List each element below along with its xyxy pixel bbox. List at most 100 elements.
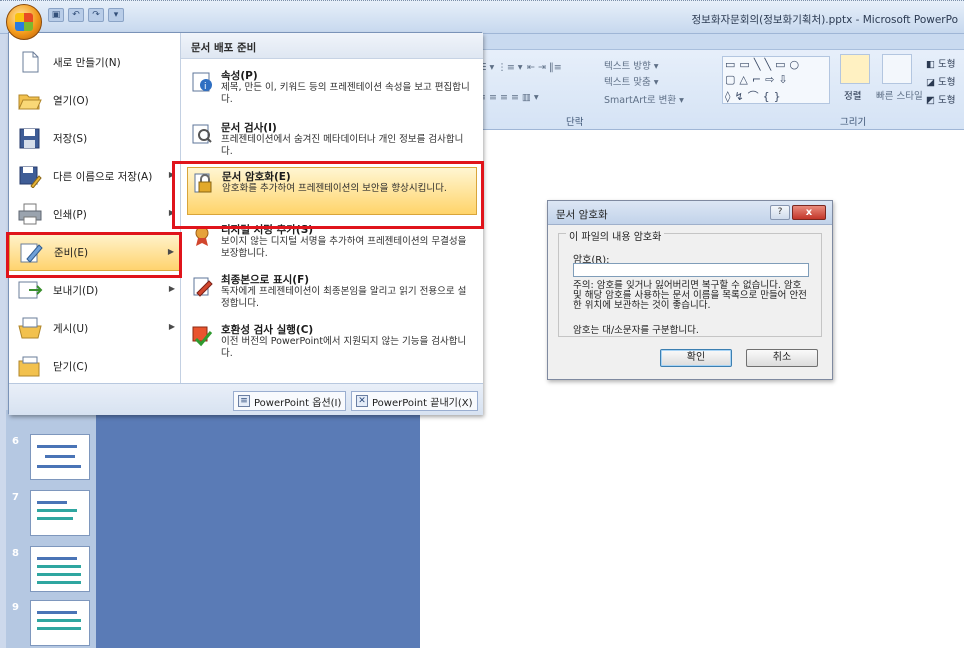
submenu-item-title: 문서 암호화(E) bbox=[222, 171, 291, 183]
slide-thumbnail[interactable]: 7 bbox=[6, 490, 96, 540]
new-document-icon bbox=[17, 50, 43, 74]
align-buttons[interactable]: ≡ ≡ ≡ ≡ ▥ ▾ bbox=[478, 92, 539, 103]
submenu-item-title: 최종본으로 표시(F) bbox=[221, 274, 310, 286]
exit-powerpoint-button[interactable]: ✕ PowerPoint 끝내기(X) bbox=[351, 391, 478, 411]
quick-access-toolbar: ▣ ↶ ↷ ▾ bbox=[48, 8, 124, 22]
cancel-button[interactable]: 취소 bbox=[746, 349, 818, 367]
save-as-icon bbox=[17, 164, 43, 189]
password-input[interactable] bbox=[573, 263, 809, 277]
bullet-list-icon[interactable]: ☰ ▾ ⋮≡ ▾ bbox=[478, 62, 523, 73]
save-icon bbox=[17, 126, 43, 150]
menu-item-label: 열기(O) bbox=[53, 94, 89, 107]
close-icon[interactable]: x bbox=[792, 205, 826, 220]
slide-thumbnail[interactable]: 8 bbox=[6, 546, 96, 596]
slide-preview[interactable] bbox=[30, 490, 90, 536]
printer-icon bbox=[17, 202, 43, 226]
submenu-arrow-icon: ▶ bbox=[168, 170, 175, 179]
powerpoint-options-button[interactable]: ≡ PowerPoint 옵션(I) bbox=[233, 391, 347, 411]
menu-item-send[interactable]: 보내기(D) ▶ bbox=[9, 271, 181, 309]
save-icon[interactable]: ▣ bbox=[48, 8, 64, 22]
slide-number: 7 bbox=[12, 492, 19, 503]
properties-icon: i bbox=[191, 71, 213, 93]
menu-item-label: 닫기(C) bbox=[53, 360, 88, 373]
menu-item-publish[interactable]: 게시(U) ▶ bbox=[9, 309, 181, 347]
menu-item-close[interactable]: 닫기(C) bbox=[9, 347, 181, 385]
submenu-arrow-icon: ▶ bbox=[168, 208, 175, 217]
powerpoint-options-label: PowerPoint 옵션(I) bbox=[254, 397, 342, 409]
menu-item-save-as[interactable]: 다른 이름으로 저장(A) ▶ bbox=[9, 157, 181, 195]
submenu-item-description: 이전 버전의 PowerPoint에서 지원되지 않는 기능을 검사합니다. bbox=[221, 336, 467, 359]
shapes-gallery[interactable]: ▭ ▭ ╲ ╲ ▭ ○ ▢ △ ⌐ ⇨ ⇩ ◊ ↯ ⌒{} bbox=[722, 56, 830, 104]
submenu-item-inspect-document[interactable]: 문서 검사(I) 프레젠테이션에서 숨겨진 메타데이터나 개인 정보를 검사합니… bbox=[187, 119, 477, 167]
submenu-item-description: 프레젠테이션에서 숨겨진 메타데이터나 개인 정보를 검사합니다. bbox=[221, 134, 464, 157]
quick-styles-label[interactable]: 빠른 스타일 bbox=[876, 88, 923, 102]
menu-item-label: 다른 이름으로 저장(A) bbox=[53, 170, 153, 183]
shape-fill-button[interactable]: ◧ 도형 bbox=[926, 56, 955, 70]
smartart-convert-label: SmartArt로 변환 bbox=[604, 95, 677, 106]
text-direction-label: 텍스트 방향 bbox=[604, 61, 651, 72]
close-icon: ✕ bbox=[356, 395, 368, 407]
indent-icons[interactable]: ⇤ ⇥ ‖≡ bbox=[527, 62, 562, 73]
publish-icon bbox=[17, 316, 43, 340]
redo-icon[interactable]: ↷ bbox=[88, 8, 104, 22]
case-sensitive-note: 암호는 대/소문자를 구분합니다. bbox=[573, 325, 699, 336]
menu-item-prepare[interactable]: 준비(E) ▶ bbox=[9, 233, 181, 271]
slide-editing-area-background bbox=[96, 410, 420, 648]
slide-number: 9 bbox=[12, 602, 19, 613]
options-icon: ≡ bbox=[238, 395, 250, 407]
quick-styles-icon[interactable] bbox=[882, 54, 912, 84]
submenu-item-title: 디지털 서명 추가(S) bbox=[221, 224, 314, 236]
send-icon bbox=[17, 278, 43, 302]
text-align-label: 텍스트 맞춤 bbox=[604, 77, 651, 88]
submenu-item-properties[interactable]: i 속성(P) 제목, 만든 이, 키워드 등의 프레젠테이션 속성을 보고 편… bbox=[187, 67, 477, 115]
shape-fill-label: 도형 bbox=[938, 59, 956, 70]
help-icon[interactable]: ? bbox=[770, 205, 790, 220]
slide-thumbnail[interactable]: 6 bbox=[6, 434, 96, 484]
menu-item-label: 보내기(D) bbox=[53, 284, 99, 297]
slide-preview[interactable] bbox=[30, 546, 90, 592]
password-warning-text: 주의: 암호를 잊거나 잃어버리면 복구할 수 없습니다. 암호 및 해당 암호… bbox=[573, 280, 807, 311]
slide-thumbnail-list[interactable]: 6 7 8 9 bbox=[6, 410, 96, 648]
shape-effects-button[interactable]: ◩ 도형 bbox=[926, 92, 955, 106]
office-button[interactable] bbox=[6, 4, 42, 40]
encrypt-document-dialog: 문서 암호화 ? x 이 파일의 내용 암호화 암호(R): 주의: 암호를 잊… bbox=[547, 200, 833, 380]
menu-item-open[interactable]: 열기(O) bbox=[9, 81, 181, 119]
smartart-convert-button[interactable]: SmartArt로 변환 ▾ bbox=[604, 92, 684, 106]
menu-item-save[interactable]: 저장(S) bbox=[9, 119, 181, 157]
slide-thumbnail[interactable]: 9 bbox=[6, 600, 96, 648]
submenu-item-mark-final[interactable]: 최종본으로 표시(F) 독자에게 프레젠테이션이 최종본임을 알리고 읽기 전용… bbox=[187, 271, 477, 319]
text-align-button[interactable]: 텍스트 맞춤 ▾ bbox=[604, 74, 659, 88]
slide-preview[interactable] bbox=[30, 600, 90, 646]
slide-number: 6 bbox=[12, 436, 19, 447]
arrange-label[interactable]: 정렬 bbox=[844, 88, 861, 102]
text-direction-button[interactable]: 텍스트 방향 ▾ bbox=[604, 58, 659, 72]
customize-qat-icon[interactable]: ▾ bbox=[108, 8, 124, 22]
powerpoint-window: ▣ ↶ ↷ ▾ 정보화자문회의(정보화기획처).pptx - Microsoft… bbox=[0, 0, 964, 648]
menu-item-print[interactable]: 인쇄(P) ▶ bbox=[9, 195, 181, 233]
office-menu: 새로 만들기(N) 열기(O) 저장(S) 다른 이름으로 저장(A) ▶ 인쇄… bbox=[8, 32, 483, 415]
shape-outline-label: 도형 bbox=[938, 77, 956, 88]
submenu-item-encrypt-document[interactable]: 문서 암호화(E) 암호화를 추가하여 프레젠테이션의 보안을 향상시킵니다. bbox=[187, 167, 477, 215]
menu-item-label: 인쇄(P) bbox=[53, 208, 87, 221]
menu-item-label: 준비(E) bbox=[54, 246, 89, 259]
submenu-item-description: 보이지 않는 디지털 서명을 추가하여 프레젠테이션의 무결성을 보장합니다. bbox=[221, 236, 467, 259]
title-bar: ▣ ↶ ↷ ▾ 정보화자문회의(정보화기획처).pptx - Microsoft… bbox=[0, 0, 964, 34]
submenu-header: 문서 배포 준비 bbox=[181, 33, 483, 59]
slide-preview[interactable] bbox=[30, 434, 90, 480]
menu-item-label: 새로 만들기(N) bbox=[53, 56, 121, 69]
submenu-item-description: 독자에게 프레젠테이션이 최종본임을 알리고 읽기 전용으로 설정합니다. bbox=[221, 286, 467, 309]
submenu-item-digital-signature[interactable]: 디지털 서명 추가(S) 보이지 않는 디지털 서명을 추가하여 프레젠테이션의… bbox=[187, 221, 477, 269]
encrypt-lock-icon bbox=[192, 172, 214, 194]
submenu-item-compatibility-check[interactable]: 호환성 검사 실행(C) 이전 버전의 PowerPoint에서 지원되지 않는… bbox=[187, 321, 477, 369]
paragraph-group-label: 단락 bbox=[566, 117, 584, 128]
menu-item-new[interactable]: 새로 만들기(N) bbox=[9, 43, 181, 81]
slide-number: 8 bbox=[12, 548, 19, 559]
shape-outline-button[interactable]: ◪ 도형 bbox=[926, 74, 955, 88]
submenu-item-description: 암호화를 추가하여 프레젠테이션의 보안을 향상시킵니다. bbox=[222, 183, 447, 194]
arrange-icon[interactable] bbox=[840, 54, 870, 84]
submenu-item-title: 문서 검사(I) bbox=[221, 122, 277, 134]
undo-icon[interactable]: ↶ bbox=[68, 8, 84, 22]
ribbon-tab-strip bbox=[420, 34, 964, 50]
mark-final-icon bbox=[191, 275, 213, 297]
ok-button[interactable]: 확인 bbox=[660, 349, 732, 367]
